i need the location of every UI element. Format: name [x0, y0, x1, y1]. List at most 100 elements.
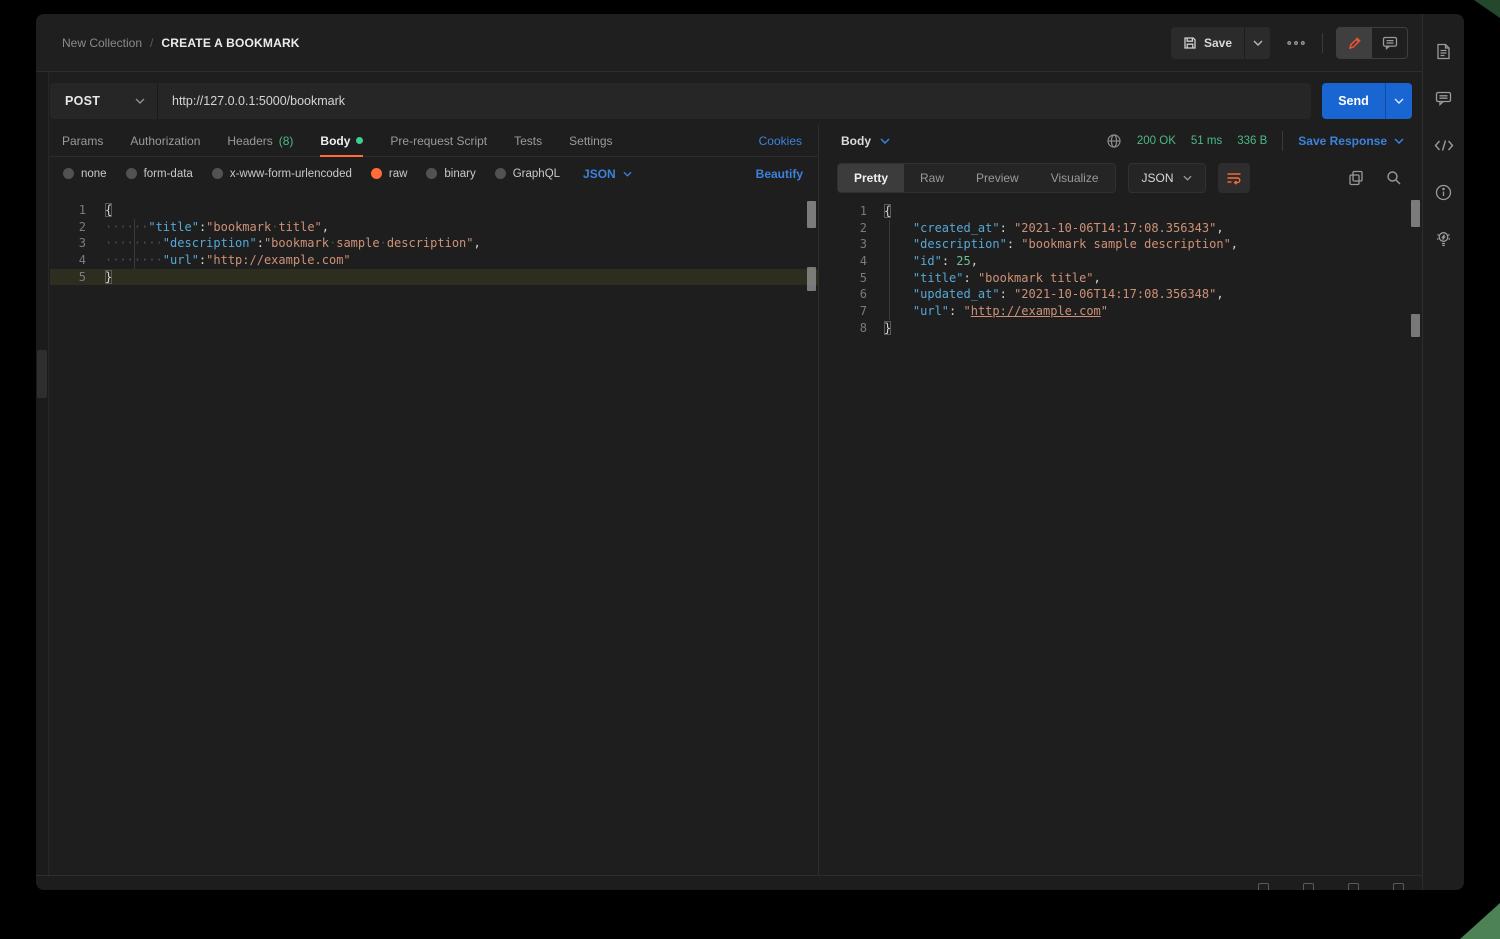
body-type-none[interactable]: none	[63, 168, 107, 180]
unsaved-changes-dot	[356, 137, 363, 144]
breadcrumb-separator: /	[150, 36, 153, 50]
search-icon[interactable]	[1386, 170, 1402, 186]
tab-tests[interactable]: Tests	[514, 125, 542, 157]
copy-icon[interactable]	[1348, 170, 1364, 186]
cookies-link[interactable]: Cookies	[759, 134, 802, 148]
method-label: POST	[65, 94, 100, 108]
response-viewer-overview-ruler	[1411, 199, 1420, 875]
line-number: 1	[50, 202, 86, 219]
response-time[interactable]: 51 ms	[1191, 135, 1222, 147]
response-tab-raw[interactable]: Raw	[904, 164, 960, 192]
code-line: 3········"description":"bookmark·sample·…	[50, 235, 818, 252]
response-toolbar-icons	[1348, 170, 1422, 186]
breadcrumb-collection[interactable]: New Collection	[62, 36, 142, 50]
top-actions-divider	[1322, 33, 1323, 53]
request-language-select[interactable]: JSON	[583, 167, 632, 181]
wrap-lines-button[interactable]	[1218, 163, 1250, 193]
status-icon-2[interactable]	[1303, 883, 1314, 890]
comments-button[interactable]	[1372, 28, 1407, 58]
request-url-row: POST Send	[50, 83, 1412, 119]
send-options-button[interactable]	[1385, 83, 1412, 119]
edit-mode-button[interactable]	[1337, 28, 1372, 58]
response-size[interactable]: 336 B	[1237, 135, 1267, 147]
tab-body[interactable]: Body	[320, 125, 363, 157]
comment-icon	[1382, 36, 1398, 50]
top-actions: Save	[1171, 26, 1408, 60]
response-body-viewer[interactable]: 1{2 "created_at": "2021-10-06T14:17:08.3…	[819, 199, 1422, 875]
edit-pencil-icon	[1347, 36, 1362, 51]
code-line: 2 "created_at": "2021-10-06T14:17:08.356…	[819, 220, 1422, 237]
body-type-graphql[interactable]: GraphQL	[495, 168, 560, 180]
tab-params[interactable]: Params	[62, 125, 103, 157]
breadcrumb: New Collection / CREATE A BOOKMARK	[62, 14, 300, 72]
wrap-text-icon	[1226, 171, 1242, 185]
code-line: 2······"title":"bookmark·title",	[50, 219, 818, 236]
method-select[interactable]: POST	[50, 83, 158, 119]
request-body-editor[interactable]: 1{2······"title":"bookmark·title",3·····…	[50, 190, 818, 875]
scrollbar-thumb[interactable]	[1411, 200, 1420, 227]
send-button[interactable]: Send	[1322, 83, 1385, 119]
headers-count-badge: (8)	[279, 134, 294, 148]
line-number: 6	[819, 286, 867, 303]
status-code[interactable]: 200 OK	[1137, 135, 1176, 147]
request-editor-overview-ruler	[807, 190, 816, 875]
cursor-position-marker	[807, 267, 816, 291]
left-rail-scroll-thumb[interactable]	[37, 350, 47, 398]
status-icon-3[interactable]	[1348, 883, 1359, 890]
response-panel: Body 200 OK 51 ms 336 B	[819, 125, 1422, 875]
save-button[interactable]: Save	[1171, 27, 1244, 59]
save-split-button: Save	[1171, 27, 1270, 59]
chevron-down-icon	[1394, 138, 1404, 144]
body-type-x-www-form-urlencoded[interactable]: x-www-form-urlencoded	[212, 168, 352, 180]
response-language-select[interactable]: JSON	[1128, 163, 1206, 193]
code-line: 4········"url":"http://example.com"	[50, 252, 818, 269]
body-type-form-data[interactable]: form-data	[126, 168, 193, 180]
save-response-button[interactable]: Save Response	[1298, 134, 1404, 148]
save-icon	[1183, 36, 1197, 50]
request-tabs-row: Params Authorization Headers (8) Body Pr…	[50, 125, 818, 157]
radio-icon	[212, 168, 223, 179]
desktop-corner-bottom-right	[1460, 903, 1500, 939]
comments-sidebar-icon[interactable]	[1433, 88, 1455, 108]
response-tab-visualize[interactable]: Visualize	[1035, 164, 1115, 192]
tab-headers[interactable]: Headers (8)	[227, 125, 293, 157]
code-line: 4 "id": 25,	[819, 253, 1422, 270]
overview-marker	[1411, 314, 1420, 337]
tab-pre-request-script[interactable]: Pre-request Script	[390, 125, 487, 157]
radio-icon	[426, 168, 437, 179]
response-tab-pretty[interactable]: Pretty	[838, 164, 904, 192]
body-type-binary[interactable]: binary	[426, 168, 475, 180]
status-icon-4[interactable]	[1393, 883, 1404, 890]
save-options-button[interactable]	[1244, 27, 1270, 59]
desktop-corner-top-right	[1474, 0, 1500, 18]
url-input[interactable]	[158, 83, 1311, 119]
edit-comment-toggle	[1336, 27, 1408, 59]
beautify-link[interactable]: Beautify	[756, 167, 803, 181]
tab-settings[interactable]: Settings	[569, 125, 612, 157]
response-header: Body 200 OK 51 ms 336 B	[819, 125, 1422, 157]
lightbulb-icon[interactable]	[1433, 229, 1455, 249]
screen: New Collection / CREATE A BOOKMARK Save	[0, 0, 1500, 939]
chevron-down-icon	[880, 138, 890, 144]
more-options-button[interactable]	[1283, 29, 1309, 57]
tab-authorization[interactable]: Authorization	[130, 125, 200, 157]
status-icon-1[interactable]	[1258, 883, 1269, 890]
code-line: 5 "title": "bookmark title",	[819, 270, 1422, 287]
scrollbar-thumb[interactable]	[807, 201, 816, 228]
response-tab-preview[interactable]: Preview	[960, 164, 1035, 192]
postman-window: New Collection / CREATE A BOOKMARK Save	[36, 14, 1464, 890]
top-bar: New Collection / CREATE A BOOKMARK Save	[36, 14, 1422, 72]
code-line: 6 "updated_at": "2021-10-06T14:17:08.356…	[819, 286, 1422, 303]
network-globe-icon[interactable]	[1106, 133, 1122, 149]
line-number: 2	[50, 219, 86, 236]
body-type-raw[interactable]: raw	[371, 168, 408, 180]
documentation-icon[interactable]	[1433, 41, 1455, 61]
response-body-select[interactable]: Body	[841, 134, 890, 148]
code-line: 3 "description": "bookmark sample descri…	[819, 236, 1422, 253]
info-icon[interactable]	[1433, 182, 1455, 202]
status-divider	[1282, 131, 1283, 151]
send-button-label: Send	[1338, 94, 1369, 108]
chevron-down-icon	[135, 98, 145, 104]
code-snippet-icon[interactable]	[1433, 135, 1455, 155]
left-rail	[36, 72, 49, 875]
